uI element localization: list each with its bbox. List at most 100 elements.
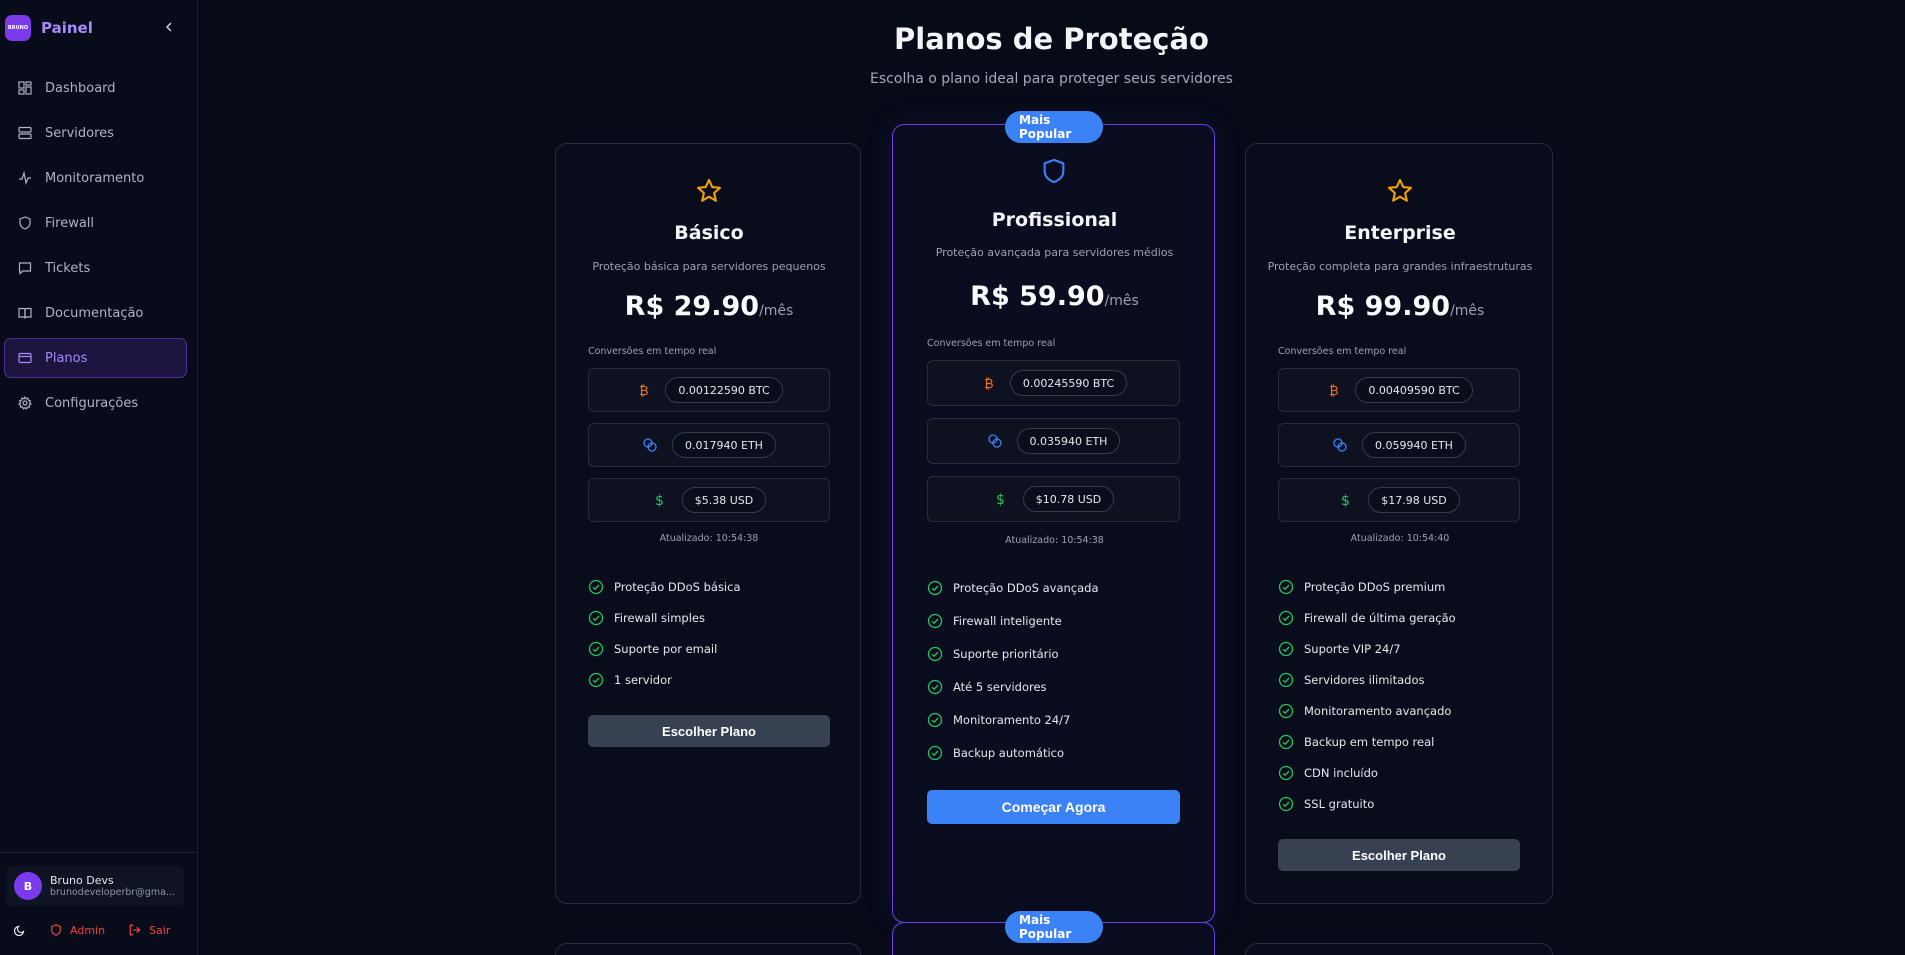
sidebar-item-label: Dashboard [45, 80, 116, 96]
plan-description: Proteção básica para servidores pequenos [592, 260, 826, 273]
eth-conversion: 0.059940 ETH [1278, 423, 1520, 467]
shield-icon [51, 924, 61, 936]
check-circle-icon [927, 679, 943, 694]
brand-name: Painel [41, 19, 93, 37]
list-item: Monitoramento avançado [1278, 695, 1538, 726]
popular-badge: Mais Popular [1005, 911, 1103, 943]
usd-value: $5.38 USD [681, 487, 767, 513]
plan-price: R$ 29.90/mês [556, 291, 862, 322]
activity-icon [17, 170, 33, 186]
logout-icon [129, 924, 141, 936]
conversion-label: Conversões em tempo real [927, 338, 1056, 349]
user-card[interactable]: B Bruno Devs brunodeveloperbr@gmail.com [6, 866, 184, 906]
btc-value: 0.00409590 BTC [1355, 377, 1473, 403]
choose-plan-button[interactable]: Escolher Plano [588, 715, 830, 747]
plan-price: R$ 99.90/mês [1246, 291, 1554, 322]
sidebar-item-label: Planos [45, 350, 88, 366]
sidebar-item-configuracoes[interactable]: Configurações [4, 383, 187, 423]
usd-value: $17.98 USD [1368, 487, 1460, 513]
choose-plan-button[interactable]: Escolher Plano [1278, 839, 1520, 871]
check-circle-icon [1278, 610, 1294, 625]
dollar-icon: $ [1338, 492, 1354, 508]
gear-icon [17, 395, 33, 411]
user-info: Bruno Devs brunodeveloperbr@gmail.com [50, 874, 176, 898]
list-item: Proteção DDoS avançada [927, 571, 1197, 604]
price-amount: R$ 29.90 [624, 291, 760, 322]
plan-name: Profissional [991, 209, 1118, 231]
message-icon [17, 260, 33, 276]
admin-button[interactable]: Admin [50, 924, 105, 937]
grid-icon [17, 80, 33, 96]
sidebar-bottom-actions: Admin Sair [14, 920, 194, 940]
avatar: B [14, 872, 42, 900]
sidebar-item-dashboard[interactable]: Dashboard [4, 68, 187, 108]
eth-value: 0.035940 ETH [1016, 428, 1121, 454]
feature-text: Monitoramento 24/7 [953, 712, 1071, 727]
bitcoin-icon: ₿ [980, 375, 996, 391]
book-icon [17, 305, 33, 321]
check-circle-icon [1278, 579, 1294, 594]
btc-conversion: ₿ 0.00245590 BTC [927, 360, 1180, 406]
sidebar-item-tickets[interactable]: Tickets [4, 248, 187, 288]
svg-text:₿: ₿ [984, 377, 994, 390]
plan-card-basico: Básico Proteção básica para servidores p… [555, 143, 861, 904]
feature-text: Backup automático [953, 745, 1065, 760]
sidebar-item-servidores[interactable]: Servidores [4, 113, 187, 153]
list-item: Proteção DDoS básica [588, 571, 838, 602]
sidebar-item-label: Firewall [45, 215, 95, 231]
check-circle-icon [927, 646, 943, 661]
card-icon [17, 350, 33, 366]
list-item: 1 servidor [588, 664, 838, 695]
list-item: Firewall inteligente [927, 604, 1197, 637]
list-item: Monitoramento 24/7 [927, 703, 1197, 736]
bitcoin-icon: ₿ [635, 382, 651, 398]
ethereum-icon [1332, 437, 1348, 453]
price-amount: R$ 59.90 [970, 281, 1105, 312]
theme-toggle-button[interactable] [14, 924, 26, 936]
sidebar: BRUNO Painel Dashboard Servidores Monito… [0, 0, 198, 955]
chevron-left-icon [165, 22, 172, 32]
logout-button[interactable]: Sair [129, 924, 170, 937]
sidebar-item-monitoramento[interactable]: Monitoramento [4, 158, 187, 198]
plan-card-enterprise: Enterprise Proteção completa para grande… [1245, 143, 1553, 904]
divider [0, 852, 198, 853]
eth-value: 0.017940 ETH [672, 432, 776, 458]
svg-text:₿: ₿ [1329, 384, 1339, 397]
dollar-icon: $ [993, 491, 1009, 507]
feature-list: Proteção DDoS avançada Firewall intelige… [927, 571, 1197, 769]
check-circle-icon [588, 672, 604, 687]
user-name: Bruno Devs [50, 874, 114, 887]
start-now-button[interactable]: Começar Agora [927, 790, 1180, 824]
sidebar-item-firewall[interactable]: Firewall [4, 203, 187, 243]
sidebar-item-documentacao[interactable]: Documentação [4, 293, 187, 333]
check-circle-icon [927, 580, 943, 595]
feature-text: Backup em tempo real [1304, 734, 1435, 749]
list-item: Suporte prioritário [927, 637, 1197, 670]
usd-conversion: $ $10.78 USD [927, 476, 1180, 522]
moon-icon [14, 925, 25, 936]
svg-text:$: $ [1341, 493, 1350, 508]
feature-text: Firewall simples [614, 610, 705, 625]
check-circle-icon [1278, 765, 1294, 780]
plan-name: Básico [674, 222, 744, 244]
sidebar-item-planos[interactable]: Planos [4, 338, 187, 378]
feature-text: SSL gratuito [1304, 796, 1375, 811]
usd-conversion: $ $17.98 USD [1278, 478, 1520, 522]
feature-text: Proteção DDoS premium [1304, 579, 1446, 594]
check-circle-icon [588, 641, 604, 656]
shield-icon [17, 215, 33, 231]
ethereum-icon [642, 437, 658, 453]
user-email: brunodeveloperbr@gmail.com [50, 887, 176, 898]
list-item: Firewall simples [588, 602, 838, 633]
shield-icon [1043, 158, 1065, 184]
brand-logo-text: BRUNO [7, 25, 29, 31]
feature-text: Suporte prioritário [953, 646, 1059, 661]
btc-value: 0.00245590 BTC [1009, 370, 1128, 396]
collapse-sidebar-button[interactable] [160, 16, 178, 38]
usd-value: $10.78 USD [1022, 486, 1115, 512]
list-item: Proteção DDoS premium [1278, 571, 1538, 602]
price-period: /mês [759, 303, 794, 319]
list-item: Backup em tempo real [1278, 726, 1538, 757]
sidebar-nav: Dashboard Servidores Monitoramento Firew… [4, 68, 187, 428]
updated-time: Atualizado: 10:54:38 [1005, 535, 1104, 546]
